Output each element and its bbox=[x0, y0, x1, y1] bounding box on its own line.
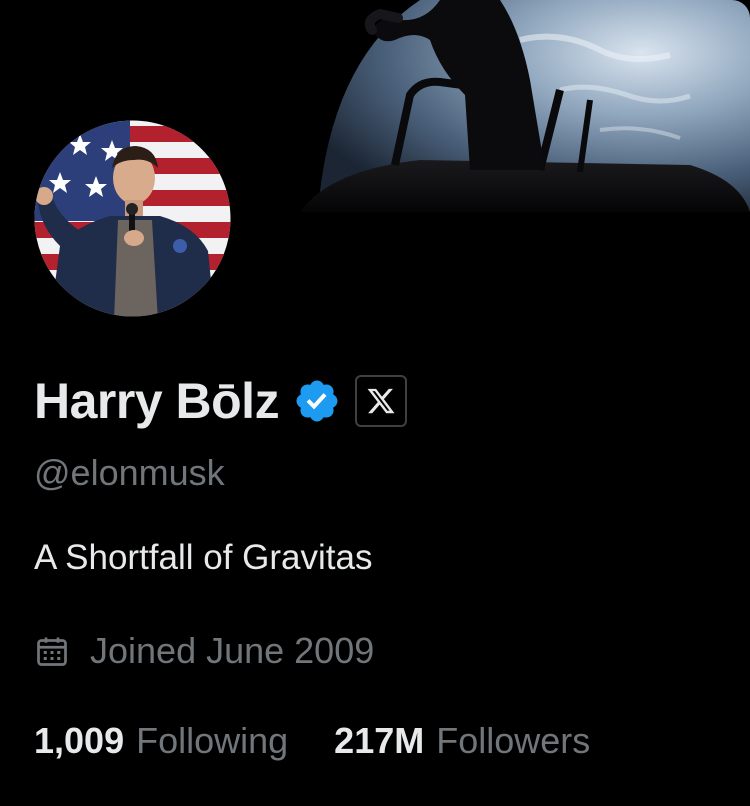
calendar-icon bbox=[34, 633, 70, 669]
joined-row: Joined June 2009 bbox=[34, 628, 374, 674]
display-name: Harry Bōlz bbox=[34, 373, 280, 429]
following-link[interactable]: 1,009 Following bbox=[34, 720, 288, 762]
following-count: 1,009 bbox=[34, 720, 125, 761]
follow-stats: 1,009 Following 217M Followers bbox=[34, 716, 590, 766]
profile-bio: A Shortfall of Gravitas bbox=[34, 538, 373, 577]
followers-link[interactable]: 217M Followers bbox=[334, 720, 590, 762]
followers-label: Followers bbox=[436, 720, 591, 761]
profile-header: Harry Bōlz @elonmusk A Shortfall of Grav… bbox=[0, 0, 750, 806]
followers-count: 217M bbox=[334, 720, 425, 761]
name-row: Harry Bōlz bbox=[34, 366, 408, 436]
avatar[interactable] bbox=[30, 116, 235, 321]
verified-badge-icon[interactable] bbox=[293, 377, 341, 425]
x-logo-icon bbox=[367, 388, 395, 414]
following-label: Following bbox=[136, 720, 289, 761]
x-affiliate-badge[interactable] bbox=[355, 375, 408, 427]
avatar-image bbox=[30, 116, 235, 321]
joined-date: Joined June 2009 bbox=[90, 630, 375, 671]
profile-handle: @elonmusk bbox=[34, 452, 225, 493]
